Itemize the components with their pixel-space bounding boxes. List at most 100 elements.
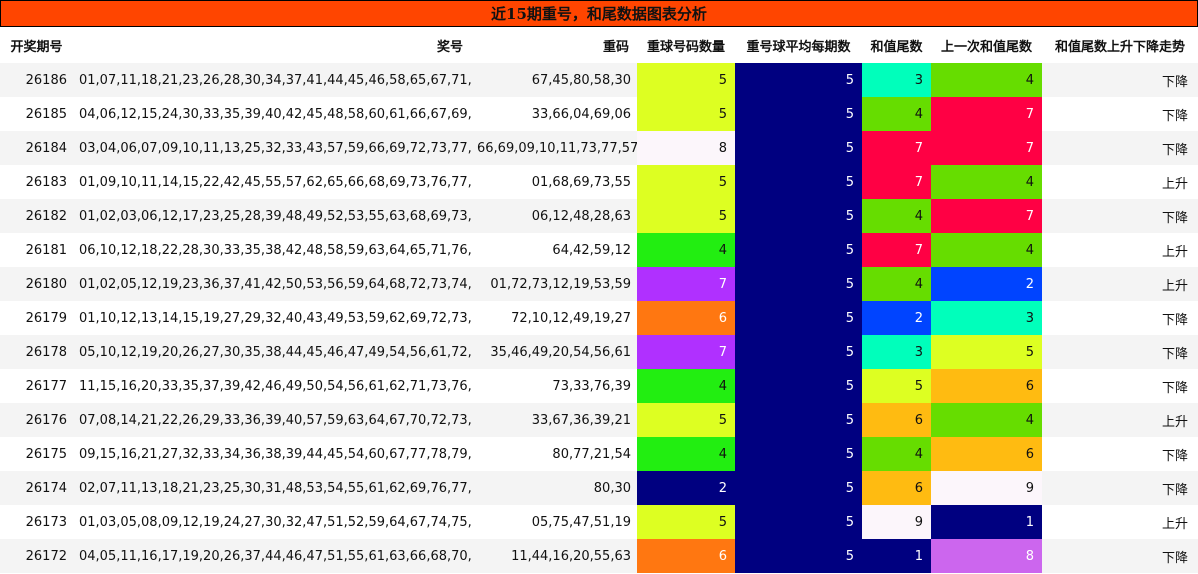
cell-repeat: 33,67,36,39,21 — [531, 412, 631, 428]
cell-trend: 下降 — [1161, 482, 1188, 498]
cell-tail: 4 — [862, 97, 931, 131]
cell-repeat-count: 5 — [637, 63, 735, 97]
cell-tail: 6 — [862, 471, 931, 505]
cell-avg: 5 — [735, 335, 862, 369]
cell-prev-tail: 4 — [931, 233, 1042, 267]
table-title: 近15期重号，和尾数据图表分析 — [0, 0, 1198, 27]
cell-numbers: 01,10,12,13,14,15,19,27,29,32,40,43,49,5… — [79, 310, 471, 326]
cell-prev-tail: 7 — [931, 131, 1042, 165]
cell-numbers: 09,15,16,21,27,32,33,34,36,38,39,44,45,5… — [79, 446, 471, 462]
cell-numbers: 02,07,11,13,18,21,23,25,30,31,48,53,54,5… — [79, 480, 471, 496]
cell-repeat: 35,46,49,20,54,56,61 — [490, 344, 631, 360]
cell-issue: 26177 — [25, 378, 67, 394]
cell-tail: 1 — [862, 539, 931, 573]
cell-avg: 5 — [735, 301, 862, 335]
cell-avg: 5 — [735, 267, 862, 301]
cell-prev-tail: 6 — [931, 437, 1042, 471]
cell-issue: 26184 — [25, 140, 67, 156]
cell-issue: 26176 — [25, 412, 67, 428]
cell-repeat: 33,66,04,69,06 — [531, 106, 631, 122]
cell-repeat: 73,33,76,39 — [552, 378, 631, 394]
table-row: 26175 09,15,16,21,27,32,33,34,36,38,39,44… — [0, 437, 1198, 471]
cell-repeat: 72,10,12,49,19,27 — [511, 310, 631, 326]
cell-tail: 7 — [862, 165, 931, 199]
cell-trend: 下降 — [1161, 312, 1188, 328]
cell-repeat: 01,72,73,12,19,53,59 — [490, 276, 631, 292]
cell-repeat: 67,45,80,58,30 — [531, 72, 631, 88]
cell-avg: 5 — [735, 63, 862, 97]
table-row: 26184 03,04,06,07,09,10,11,13,25,32,33,43… — [0, 131, 1198, 165]
cell-numbers: 11,15,16,20,33,35,37,39,42,46,49,50,54,5… — [79, 378, 471, 394]
cell-repeat-count: 6 — [637, 539, 735, 573]
table-row: 26174 02,07,11,13,18,21,23,25,30,31,48,53… — [0, 471, 1198, 505]
cell-repeat-count: 5 — [637, 199, 735, 233]
table-row: 26178 05,10,12,19,20,26,27,30,35,38,44,45… — [0, 335, 1198, 369]
header-issue: 开奖期号 — [0, 27, 73, 63]
cell-tail: 4 — [862, 437, 931, 471]
table-row: 26185 04,06,12,15,24,30,33,35,39,40,42,45… — [0, 97, 1198, 131]
cell-repeat-count: 4 — [637, 233, 735, 267]
table-row: 26176 07,08,14,21,22,26,29,33,36,39,40,57… — [0, 403, 1198, 437]
cell-repeat: 06,12,48,28,63 — [531, 208, 631, 224]
cell-prev-tail: 9 — [931, 471, 1042, 505]
table-row: 26180 01,02,05,12,19,23,36,37,41,42,50,53… — [0, 267, 1198, 301]
cell-avg: 5 — [735, 437, 862, 471]
cell-avg: 5 — [735, 403, 862, 437]
cell-prev-tail: 6 — [931, 369, 1042, 403]
cell-repeat-count: 4 — [637, 369, 735, 403]
cell-tail: 3 — [862, 63, 931, 97]
cell-numbers: 01,02,03,06,12,17,23,25,28,39,48,49,52,5… — [79, 208, 471, 224]
cell-prev-tail: 4 — [931, 403, 1042, 437]
cell-trend: 下降 — [1161, 448, 1188, 464]
cell-tail: 6 — [862, 403, 931, 437]
cell-issue: 26180 — [25, 276, 67, 292]
cell-prev-tail: 5 — [931, 335, 1042, 369]
cell-issue: 26175 — [25, 446, 67, 462]
header-numbers: 奖号 — [73, 27, 471, 63]
table-row: 26173 01,03,05,08,09,12,19,24,27,30,32,47… — [0, 505, 1198, 539]
cell-issue: 26181 — [25, 242, 67, 258]
cell-prev-tail: 3 — [931, 301, 1042, 335]
cell-numbers: 05,10,12,19,20,26,27,30,35,38,44,45,46,4… — [79, 344, 471, 360]
cell-trend: 下降 — [1161, 380, 1188, 396]
cell-issue: 26178 — [25, 344, 67, 360]
cell-prev-tail: 4 — [931, 63, 1042, 97]
cell-repeat-count: 4 — [637, 437, 735, 471]
cell-issue: 26179 — [25, 310, 67, 326]
analysis-table: 开奖期号 奖号 重码 重球号码数量 重号球平均每期数 和值尾数 上一次和值尾数 … — [0, 27, 1198, 573]
table-row: 26183 01,09,10,11,14,15,22,42,45,55,57,62… — [0, 165, 1198, 199]
cell-prev-tail: 8 — [931, 539, 1042, 573]
cell-prev-tail: 7 — [931, 199, 1042, 233]
cell-tail: 3 — [862, 335, 931, 369]
cell-trend: 下降 — [1161, 550, 1188, 566]
header-prev-tail: 上一次和值尾数 — [931, 27, 1042, 63]
cell-repeat: 11,44,16,20,55,63 — [511, 548, 631, 564]
cell-numbers: 04,06,12,15,24,30,33,35,39,40,42,45,48,5… — [79, 106, 471, 122]
cell-numbers: 01,07,11,18,21,23,26,28,30,34,37,41,44,4… — [79, 72, 471, 88]
cell-tail: 7 — [862, 233, 931, 267]
cell-avg: 5 — [735, 165, 862, 199]
cell-trend: 下降 — [1161, 108, 1188, 124]
header-repeat-count: 重球号码数量 — [637, 27, 735, 63]
cell-trend: 下降 — [1161, 210, 1188, 226]
table-row: 26181 06,10,12,18,22,28,30,33,35,38,42,48… — [0, 233, 1198, 267]
cell-repeat-count: 5 — [637, 505, 735, 539]
cell-tail: 4 — [862, 267, 931, 301]
cell-avg: 5 — [735, 199, 862, 233]
cell-issue: 26186 — [25, 72, 67, 88]
table-row: 26177 11,15,16,20,33,35,37,39,42,46,49,50… — [0, 369, 1198, 403]
cell-trend: 下降 — [1161, 142, 1188, 158]
cell-prev-tail: 2 — [931, 267, 1042, 301]
cell-trend: 上升 — [1161, 414, 1188, 430]
cell-numbers: 01,03,05,08,09,12,19,24,27,30,32,47,51,5… — [79, 514, 471, 530]
cell-repeat-count: 6 — [637, 301, 735, 335]
cell-numbers: 03,04,06,07,09,10,11,13,25,32,33,43,57,5… — [79, 140, 471, 156]
cell-issue: 26183 — [25, 174, 67, 190]
cell-avg: 5 — [735, 471, 862, 505]
cell-avg: 5 — [735, 539, 862, 573]
cell-issue: 26172 — [25, 548, 67, 564]
cell-repeat-count: 8 — [637, 131, 735, 165]
cell-numbers: 01,09,10,11,14,15,22,42,45,55,57,62,65,6… — [79, 174, 471, 190]
cell-repeat: 80,77,21,54 — [552, 446, 631, 462]
cell-numbers: 07,08,14,21,22,26,29,33,36,39,40,57,59,6… — [79, 412, 471, 428]
